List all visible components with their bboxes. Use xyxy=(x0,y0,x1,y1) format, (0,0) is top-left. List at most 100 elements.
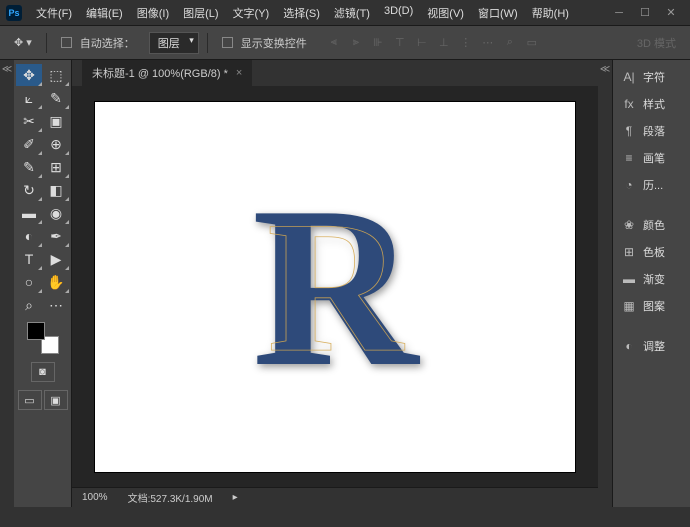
menu-view[interactable]: 视图(V) xyxy=(421,2,470,24)
brush-tool[interactable]: ✎ xyxy=(16,156,42,178)
3d-mode-button[interactable]: 3D 模式 xyxy=(631,32,682,54)
move-tool-indicator[interactable]: ✥ ▾ xyxy=(8,33,38,52)
panel-brushes[interactable]: ≡ 画笔 xyxy=(615,145,688,171)
maximize-button[interactable]: ☐ xyxy=(638,6,652,20)
distribute-icon[interactable]: ⋮ xyxy=(457,34,475,52)
app-logo: Ps xyxy=(6,5,22,21)
history-brush-tool[interactable]: ↻ xyxy=(16,179,42,201)
show-transform-option[interactable]: 显示变换控件 xyxy=(216,32,313,54)
minimize-button[interactable]: ─ xyxy=(612,6,626,20)
screen-mode-alt-button[interactable]: ▣ xyxy=(44,390,68,410)
status-bar: 100% 文档:527.3K/1.90M ▸ xyxy=(72,487,598,507)
menu-type[interactable]: 文字(Y) xyxy=(227,2,276,24)
auto-select-label: 自动选择： xyxy=(80,35,135,51)
panel-separator xyxy=(615,199,688,211)
color-icon: ❀ xyxy=(621,217,637,233)
menu-3d[interactable]: 3D(D) xyxy=(378,2,419,24)
blur-tool[interactable]: ◉ xyxy=(43,202,69,224)
adjustments-icon: ◐ xyxy=(621,338,637,354)
document-tab[interactable]: 未标题-1 @ 100%(RGB/8) * × xyxy=(82,60,252,86)
marquee-tool[interactable]: ⬚ xyxy=(43,64,69,86)
quick-mask-button[interactable]: ◙ xyxy=(31,362,55,382)
document-tab-bar: 未标题-1 @ 100%(RGB/8) * × xyxy=(72,60,598,86)
screen-mode-button[interactable]: ▭ xyxy=(18,390,42,410)
window-controls: ─ ☐ ✕ xyxy=(612,6,684,20)
panel-character[interactable]: A| 字符 xyxy=(615,64,688,90)
panel-label: 图案 xyxy=(643,298,665,314)
menu-layer[interactable]: 图层(L) xyxy=(177,2,224,24)
auto-select-checkbox[interactable] xyxy=(61,37,72,48)
panel-separator xyxy=(615,320,688,332)
menu-filter[interactable]: 滤镜(T) xyxy=(328,2,376,24)
path-select-tool[interactable]: ▶ xyxy=(43,248,69,270)
align-top-icon[interactable]: ⊤ xyxy=(391,34,409,52)
panels-dock: A| 字符 fx 样式 ¶ 段落 ≡ 画笔 ◔ 历... ❀ 颜色 ⊞ 色板 ▬ xyxy=(612,60,690,507)
panel-patterns[interactable]: ▦ 图案 xyxy=(615,293,688,319)
panel-swatches[interactable]: ⊞ 色板 xyxy=(615,239,688,265)
expand-right-icon[interactable]: ≪ xyxy=(600,64,610,75)
canvas[interactable]: R xyxy=(95,102,575,472)
quick-mask-row: ◙ xyxy=(31,362,55,382)
color-swatches[interactable] xyxy=(27,322,59,354)
menu-help[interactable]: 帮助(H) xyxy=(526,2,575,24)
eraser-tool[interactable]: ◧ xyxy=(43,179,69,201)
lasso-tool[interactable]: ⟀ xyxy=(16,87,42,109)
panel-paragraph[interactable]: ¶ 段落 xyxy=(615,118,688,144)
layer-dropdown[interactable]: 图层 xyxy=(149,32,199,54)
separator xyxy=(207,33,208,53)
type-tool[interactable]: T xyxy=(16,248,42,270)
patterns-icon: ▦ xyxy=(621,298,637,314)
align-center-h-icon[interactable]: ⫸ xyxy=(347,34,365,52)
align-right-icon[interactable]: ⊪ xyxy=(369,34,387,52)
gradient-tool[interactable]: ▬ xyxy=(16,202,42,224)
show-transform-label: 显示变换控件 xyxy=(241,35,307,51)
close-button[interactable]: ✕ xyxy=(664,6,678,20)
title-bar: Ps 文件(F) 编辑(E) 图像(I) 图层(L) 文字(Y) 选择(S) 滤… xyxy=(0,0,690,26)
panel-label: 颜色 xyxy=(643,217,665,233)
tab-close-icon[interactable]: × xyxy=(236,67,242,79)
document-info[interactable]: 文档:527.3K/1.90M xyxy=(128,490,213,505)
dodge-tool[interactable]: ◐ xyxy=(16,225,42,247)
shape-tool[interactable]: ○ xyxy=(16,271,42,293)
align-bottom-icon[interactable]: ⊥ xyxy=(435,34,453,52)
menu-select[interactable]: 选择(S) xyxy=(277,2,326,24)
crop-tool[interactable]: ✂ xyxy=(16,110,42,132)
auto-select-option[interactable]: 自动选择： xyxy=(55,32,141,54)
panel-styles[interactable]: fx 样式 xyxy=(615,91,688,117)
search-icon[interactable]: ⌕ xyxy=(501,34,519,52)
menu-image[interactable]: 图像(I) xyxy=(131,2,175,24)
menu-window[interactable]: 窗口(W) xyxy=(472,2,524,24)
panel-label: 调整 xyxy=(643,338,665,354)
eyedropper-tool[interactable]: ✐ xyxy=(16,133,42,155)
panel-label: 字符 xyxy=(643,69,665,85)
pen-tool[interactable]: ✒ xyxy=(43,225,69,247)
status-arrow-icon[interactable]: ▸ xyxy=(233,492,238,503)
panel-label: 画笔 xyxy=(643,150,665,166)
menu-file[interactable]: 文件(F) xyxy=(30,2,78,24)
panel-history[interactable]: ◔ 历... xyxy=(615,172,688,198)
zoom-level[interactable]: 100% xyxy=(82,492,108,503)
hand-tool[interactable]: ✋ xyxy=(43,271,69,293)
align-center-v-icon[interactable]: ⊢ xyxy=(413,34,431,52)
align-buttons: ⫷ ⫸ ⊪ ⊤ ⊢ ⊥ ⋮ ⋯ ⌕ ▭ xyxy=(325,34,541,52)
workspace-icon[interactable]: ▭ xyxy=(523,34,541,52)
expand-left-icon[interactable]: ≪ xyxy=(2,64,12,75)
edit-toolbar[interactable]: ⋯ xyxy=(43,294,69,316)
foreground-color[interactable] xyxy=(27,322,45,340)
show-transform-checkbox[interactable] xyxy=(222,37,233,48)
panel-label: 段落 xyxy=(643,123,665,139)
stamp-tool[interactable]: ⊞ xyxy=(43,156,69,178)
panel-adjustments[interactable]: ◐ 调整 xyxy=(615,333,688,359)
move-tool[interactable]: ✥ xyxy=(16,64,42,86)
align-left-icon[interactable]: ⫷ xyxy=(325,34,343,52)
options-bar: ✥ ▾ 自动选择： 图层 显示变换控件 ⫷ ⫸ ⊪ ⊤ ⊢ ⊥ ⋮ ⋯ ⌕ ▭ … xyxy=(0,26,690,60)
more-options-icon[interactable]: ⋯ xyxy=(479,34,497,52)
menu-edit[interactable]: 编辑(E) xyxy=(80,2,129,24)
zoom-tool[interactable]: ⌕ xyxy=(16,294,42,316)
healing-tool[interactable]: ⊕ xyxy=(43,133,69,155)
panel-gradient[interactable]: ▬ 渐变 xyxy=(615,266,688,292)
panel-color[interactable]: ❀ 颜色 xyxy=(615,212,688,238)
frame-tool[interactable]: ▣ xyxy=(43,110,69,132)
document-area: 未标题-1 @ 100%(RGB/8) * × R 100% 文档:527.3K… xyxy=(72,60,598,507)
quick-select-tool[interactable]: ✎ xyxy=(43,87,69,109)
